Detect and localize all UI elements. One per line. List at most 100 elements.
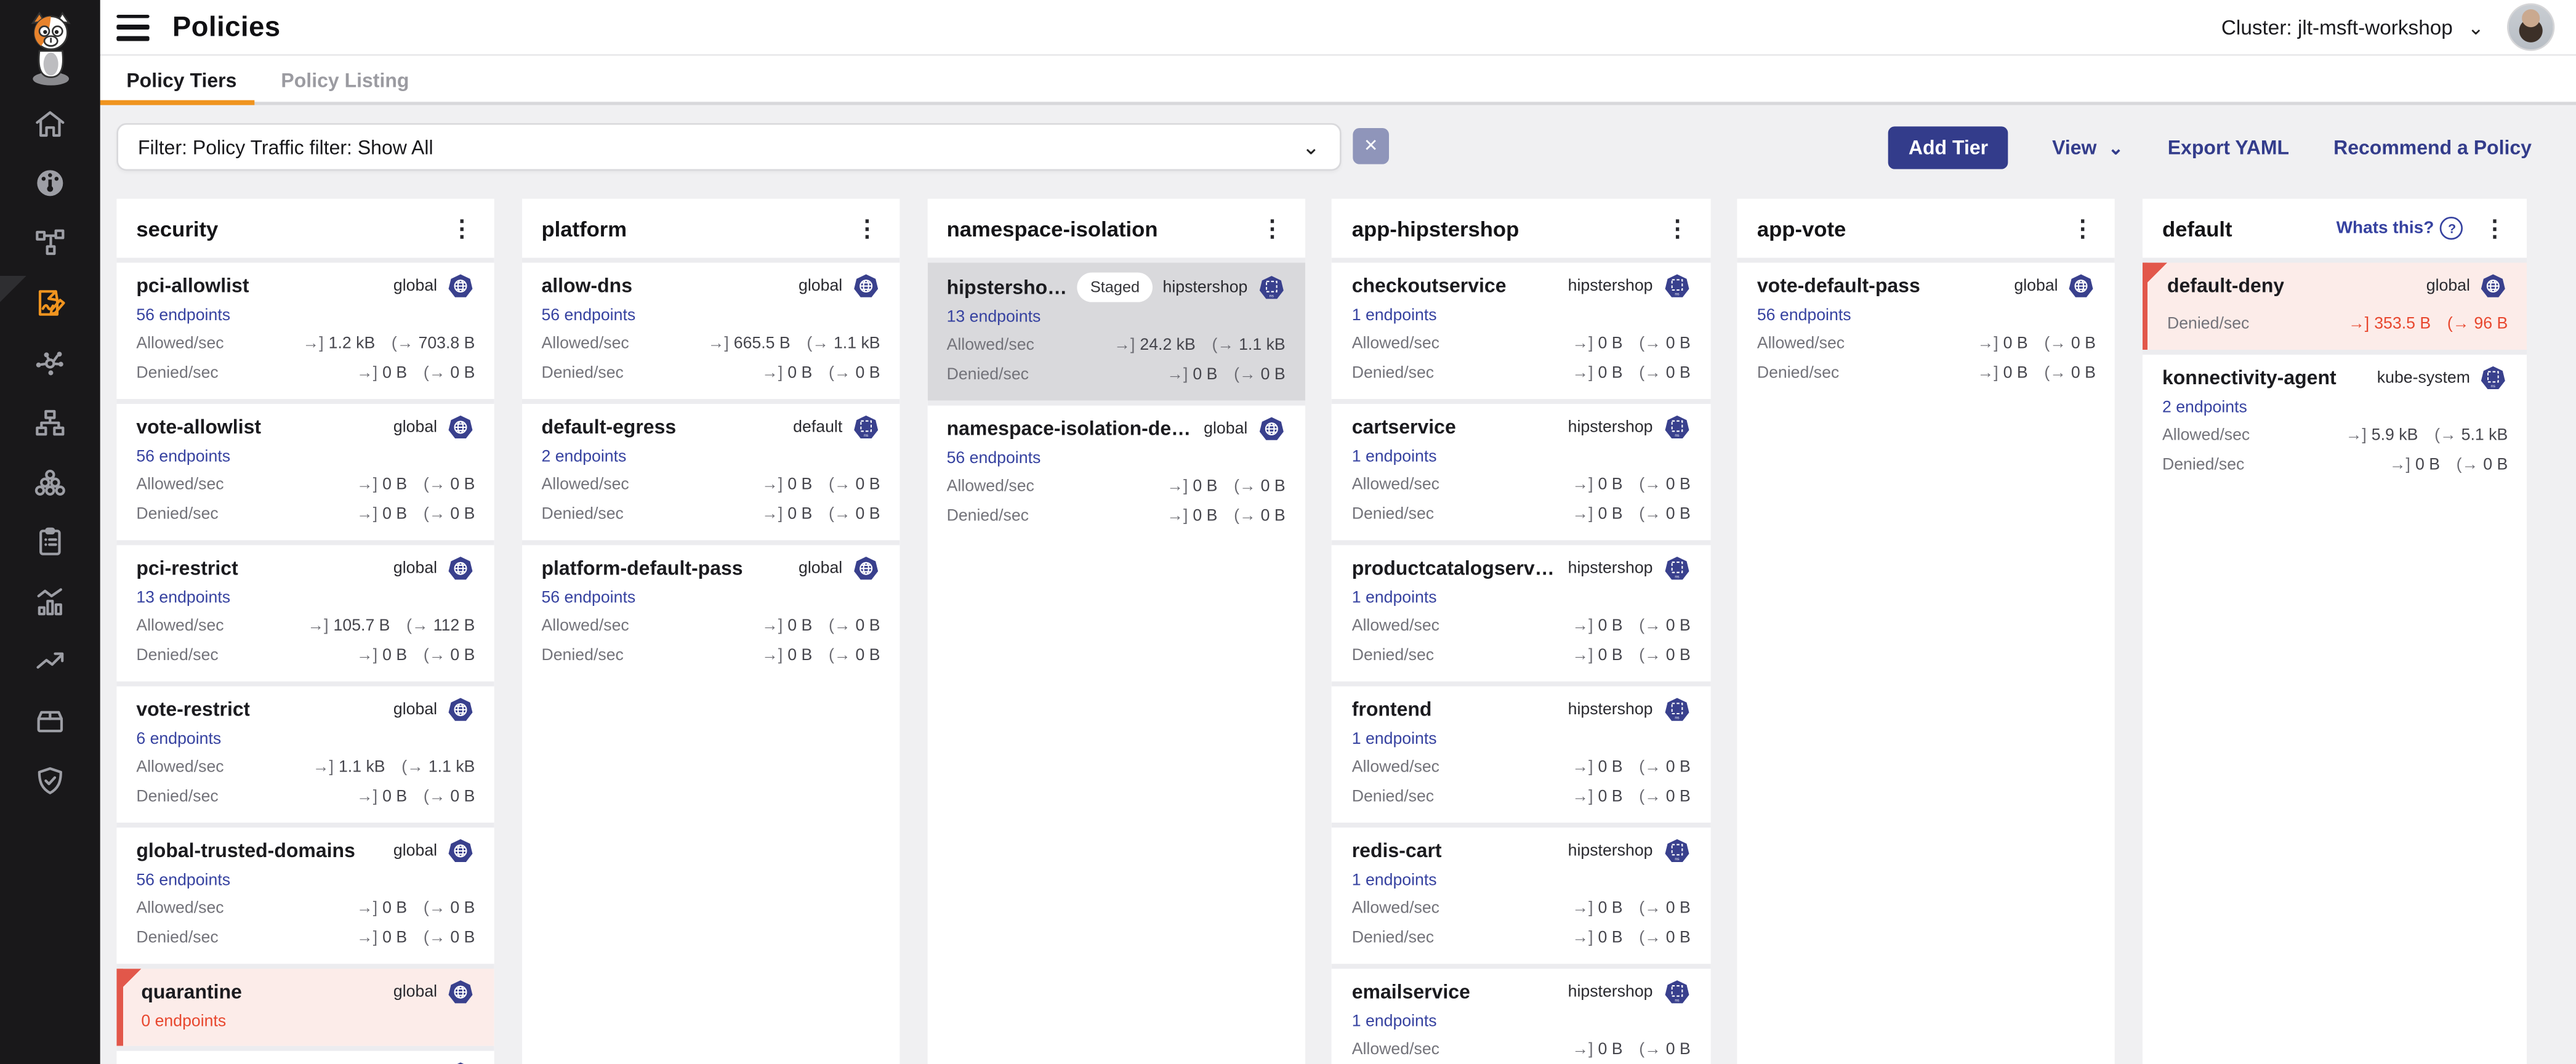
whats-this-link[interactable]: Whats this?? — [2337, 217, 2464, 240]
tier-menu-icon[interactable]: ⋮ — [1659, 214, 1696, 242]
sidebar-item-trends[interactable] — [0, 631, 100, 691]
globe-icon — [2068, 273, 2096, 300]
endpoints-link[interactable]: 56 endpoints — [1757, 307, 1851, 325]
policy-card[interactable]: pci-allowlistglobal56 endpointsAllowed/s… — [116, 258, 494, 399]
sidebar-item-endpoints[interactable] — [0, 452, 100, 512]
endpoints-link[interactable]: 1 endpoints — [1352, 872, 1437, 890]
metric-label: Allowed/sec — [947, 476, 1034, 498]
sidebar-item-flow-visualizations[interactable] — [0, 332, 100, 392]
ingress-arrow-icon: →] — [1167, 365, 1188, 386]
policy-card[interactable]: security-default-passglobal — [116, 1046, 494, 1064]
ingress-arrow-icon: →] — [1572, 616, 1593, 637]
tab-policy-listing[interactable]: Policy Listing — [281, 69, 409, 92]
endpoints-link[interactable]: 0 endpoints — [141, 1013, 226, 1031]
policy-name: global-trusted-domains — [136, 839, 355, 864]
endpoints-link[interactable]: 1 endpoints — [1352, 307, 1437, 325]
scope-label: hipstershop — [1568, 839, 1653, 864]
avatar[interactable] — [2507, 3, 2554, 50]
hamburger-menu-icon[interactable] — [116, 14, 149, 41]
add-tier-button[interactable]: Add Tier — [1889, 126, 2008, 169]
policy-name: emailservice — [1352, 980, 1470, 1005]
egress-arrow-icon: (→ — [424, 645, 446, 667]
policy-card[interactable]: vote-default-passglobal56 endpointsAllow… — [1737, 258, 2115, 399]
policy-card[interactable]: namespace-isolation-default-p…global56 e… — [927, 401, 1305, 542]
policy-card[interactable]: quarantineglobal0 endpoints — [116, 964, 494, 1046]
endpoints-link[interactable]: 56 endpoints — [136, 448, 230, 466]
sidebar-item-dashboard[interactable] — [0, 153, 100, 213]
egress-value: (→0 B — [829, 363, 880, 384]
policy-card[interactable]: konnectivity-agentkube-systemns2 endpoin… — [2143, 350, 2527, 491]
sidebar-item-nodes[interactable] — [0, 392, 100, 452]
endpoints-link[interactable]: 13 endpoints — [947, 308, 1041, 326]
endpoints-link[interactable]: 1 endpoints — [1352, 448, 1437, 466]
metric-row: Allowed/sec→]0 B(→0 B — [1352, 475, 1691, 496]
sidebar-item-threat-defense[interactable] — [0, 751, 100, 810]
egress-bytes: 0 B — [450, 645, 475, 667]
endpoints-link[interactable]: 56 endpoints — [136, 307, 230, 325]
policy-card-header: productcatalogservicehipstershopns — [1352, 555, 1691, 582]
sidebar-item-image-assurance[interactable] — [0, 691, 100, 751]
tier-menu-icon[interactable]: ⋮ — [2064, 214, 2101, 242]
tier-menu-icon[interactable]: ⋮ — [1254, 214, 1290, 242]
tier-menu-icon[interactable]: ⋮ — [2477, 214, 2513, 242]
policy-card[interactable]: global-trusted-domainsglobal56 endpoints… — [116, 823, 494, 964]
tier-menu-icon[interactable]: ⋮ — [849, 214, 885, 242]
endpoints-link[interactable]: 13 endpoints — [136, 589, 230, 607]
metric-values: →]0 B(→0 B — [762, 645, 880, 667]
endpoints-link[interactable]: 56 endpoints — [136, 872, 230, 890]
policy-card[interactable]: default-egressdefaultns2 endpointsAllowe… — [521, 399, 900, 540]
ingress-bytes: 665.5 B — [734, 333, 791, 355]
sidebar-item-service-graph[interactable] — [0, 213, 100, 273]
policy-card[interactable]: hipstershop-gh…Stagedhipstershopns13 end… — [927, 258, 1305, 401]
endpoints-link[interactable]: 6 endpoints — [136, 731, 221, 749]
egress-value: (→0 B — [424, 898, 475, 920]
metric-values: →]0 B(→0 B — [1167, 476, 1285, 498]
policy-card[interactable]: productcatalogservicehipstershopns 1 endp… — [1332, 540, 1710, 681]
policy-card[interactable]: vote-restrictglobal6 endpointsAllowed/se… — [116, 682, 494, 823]
egress-bytes: 0 B — [856, 504, 880, 526]
ingress-bytes: 0 B — [1598, 898, 1623, 920]
egress-arrow-icon: (→ — [424, 928, 446, 949]
endpoints-link[interactable]: 56 endpoints — [541, 307, 635, 325]
flag-corner-icon — [116, 969, 141, 993]
egress-arrow-icon: (→ — [1639, 504, 1661, 526]
policy-card[interactable]: emailservicehipstershopns1 endpointsAllo… — [1332, 964, 1710, 1064]
policy-card[interactable]: pci-restrictglobal13 endpointsAllowed/se… — [116, 540, 494, 681]
metric-row: Allowed/sec→]1.1 kB(→1.1 kB — [136, 757, 475, 778]
metric-row: Denied/sec→]0 B(→0 B — [1757, 363, 2096, 384]
metric-label: Denied/sec — [1352, 363, 1434, 384]
export-yaml-button[interactable]: Export YAML — [2168, 136, 2289, 159]
chevron-down-icon: ⌄ — [1302, 134, 1320, 160]
policy-card[interactable]: allow-dnsglobal56 endpointsAllowed/sec→]… — [521, 258, 900, 399]
policy-card[interactable]: redis-carthipstershopns1 endpointsAllowe… — [1332, 823, 1710, 964]
endpoints-link[interactable]: 2 endpoints — [541, 448, 626, 466]
endpoints-link[interactable]: 2 endpoints — [2162, 399, 2247, 417]
policy-card[interactable]: frontendhipstershopns1 endpointsAllowed/… — [1332, 682, 1710, 823]
policy-traffic-filter-select[interactable]: Filter: Policy Traffic filter: Show All … — [116, 123, 1341, 171]
metric-row: Allowed/sec→]665.5 B(→1.1 kB — [541, 333, 880, 355]
cluster-selector[interactable]: Cluster: jlt-msft-workshop ⌄ — [2221, 15, 2484, 38]
home-icon — [33, 107, 67, 141]
endpoints-link[interactable]: 56 endpoints — [541, 589, 635, 607]
sidebar-item-timeline[interactable] — [0, 571, 100, 631]
endpoints-link[interactable]: 1 endpoints — [1352, 1013, 1437, 1031]
endpoints-link[interactable]: 56 endpoints — [947, 450, 1041, 468]
tier-menu-icon[interactable]: ⋮ — [444, 214, 480, 242]
endpoints-link[interactable]: 1 endpoints — [1352, 731, 1437, 749]
policy-card[interactable]: checkoutservicehipstershopns1 endpointsA… — [1332, 258, 1710, 399]
clear-filter-button[interactable]: ✕ — [1353, 128, 1389, 164]
sidebar-item-home[interactable] — [0, 94, 100, 153]
metric-label: Allowed/sec — [1352, 475, 1439, 496]
tab-policy-tiers[interactable]: Policy Tiers — [126, 69, 236, 92]
recommend-policy-button[interactable]: Recommend a Policy — [2333, 136, 2532, 159]
policy-card[interactable]: cartservicehipstershopns1 endpointsAllow… — [1332, 399, 1710, 540]
policy-card[interactable]: default-denyglobalDenied/sec→]353.5 B(→9… — [2143, 258, 2527, 350]
view-button[interactable]: View ⌄ — [2052, 136, 2123, 159]
sidebar-item-compliance[interactable] — [0, 512, 100, 571]
ingress-bytes: 0 B — [1598, 928, 1623, 949]
policy-card[interactable]: vote-allowlistglobal56 endpointsAllowed/… — [116, 399, 494, 540]
policy-name: allow-dns — [541, 274, 632, 299]
globe-icon — [447, 273, 475, 300]
policy-card[interactable]: platform-default-passglobal56 endpointsA… — [521, 540, 900, 681]
endpoints-link[interactable]: 1 endpoints — [1352, 589, 1437, 607]
